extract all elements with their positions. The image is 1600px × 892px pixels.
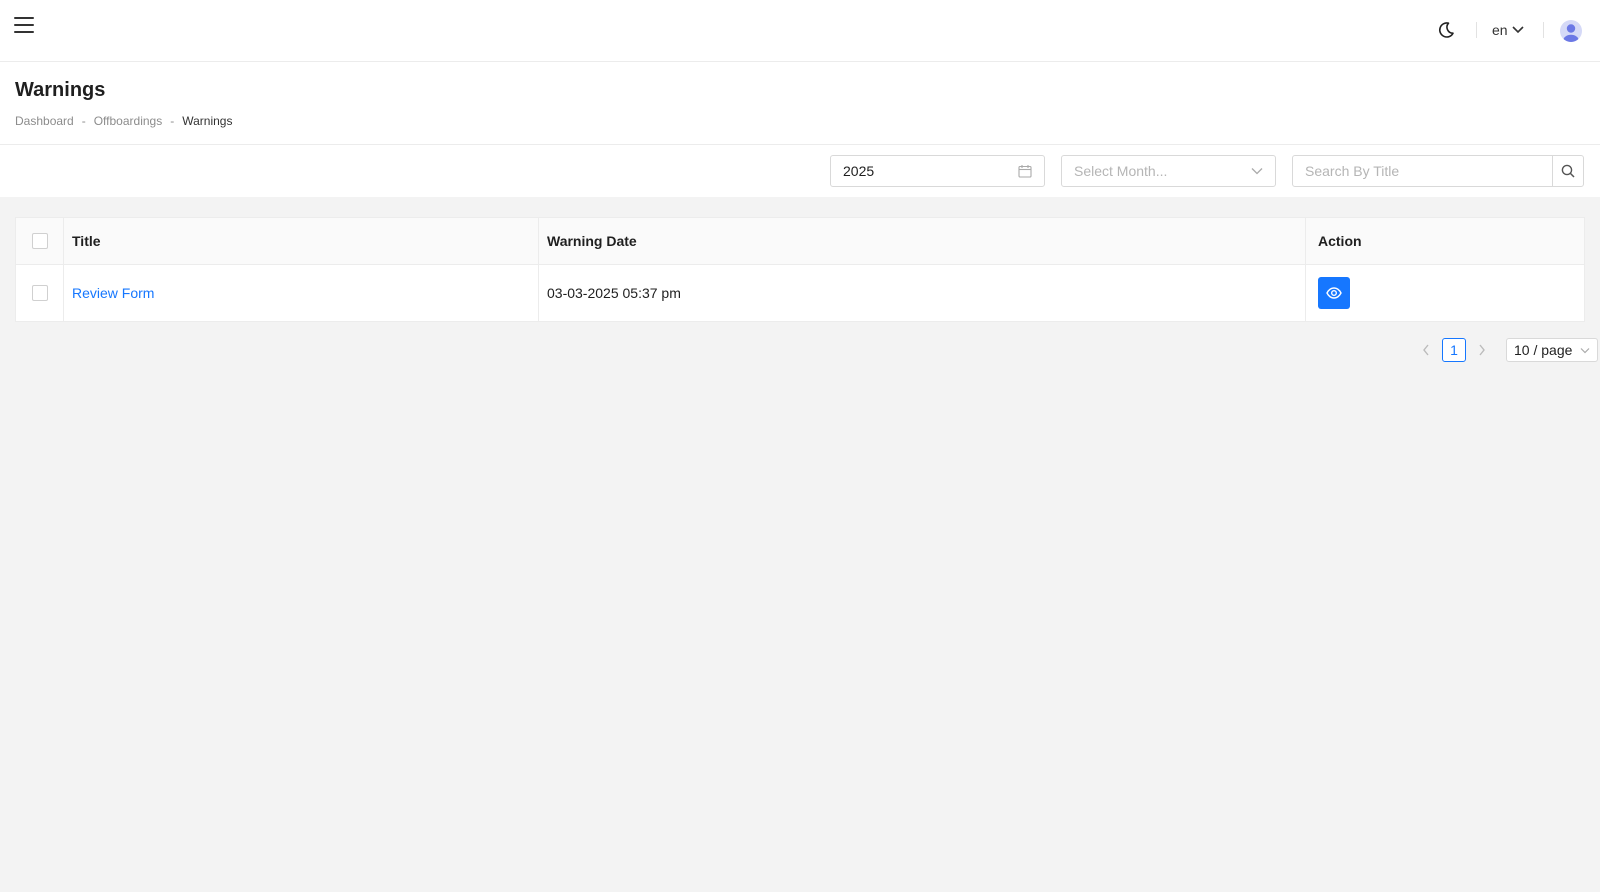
search-input[interactable]: Search By Title bbox=[1292, 155, 1553, 187]
page-size-value: 10 / page bbox=[1514, 342, 1573, 358]
page-number[interactable]: 1 bbox=[1442, 338, 1466, 362]
column-header-action: Action bbox=[1318, 233, 1362, 249]
column-header-warning-date[interactable]: Warning Date bbox=[539, 218, 1306, 264]
breadcrumb-separator: - bbox=[170, 114, 175, 128]
table-header-row: Title Warning Date Action bbox=[16, 218, 1584, 265]
chevron-down-icon bbox=[1251, 168, 1263, 175]
prev-page-button[interactable] bbox=[1418, 338, 1434, 362]
avatar[interactable] bbox=[1560, 20, 1582, 42]
chevron-down-icon bbox=[1580, 347, 1590, 353]
breadcrumb-item-dashboard[interactable]: Dashboard bbox=[15, 114, 74, 128]
breadcrumb-current: Warnings bbox=[182, 114, 233, 128]
divider bbox=[1543, 22, 1544, 38]
page-header: Warnings Dashboard - Offboardings - Warn… bbox=[0, 62, 1600, 145]
calendar-icon bbox=[1018, 165, 1032, 178]
page-title: Warnings bbox=[15, 79, 106, 101]
breadcrumb-separator: - bbox=[81, 114, 86, 128]
divider bbox=[1476, 22, 1477, 38]
title-cell: Review Form bbox=[64, 265, 539, 321]
language-selector[interactable]: en bbox=[1492, 22, 1524, 38]
header-checkbox-cell bbox=[16, 218, 64, 264]
action-cell bbox=[1306, 265, 1584, 321]
row-checkbox[interactable] bbox=[31, 285, 48, 301]
user-icon bbox=[1563, 24, 1579, 42]
search-button[interactable] bbox=[1552, 155, 1584, 187]
column-header-title[interactable]: Title bbox=[64, 218, 539, 264]
pagination: 1 10 / page bbox=[1418, 338, 1599, 362]
table-row: Review Form 03-03-2025 05:37 pm bbox=[16, 265, 1584, 321]
breadcrumb-item-offboardings[interactable]: Offboardings bbox=[94, 114, 163, 128]
top-bar: en bbox=[0, 0, 1600, 62]
breadcrumb: Dashboard - Offboardings - Warnings bbox=[15, 114, 232, 128]
menu-icon[interactable] bbox=[14, 17, 34, 35]
chevron-right-icon bbox=[1479, 344, 1485, 356]
search-icon bbox=[1561, 164, 1575, 178]
view-button[interactable] bbox=[1318, 277, 1350, 309]
month-select[interactable]: Select Month... bbox=[1061, 155, 1276, 187]
select-all-checkbox[interactable] bbox=[31, 233, 48, 249]
search-placeholder: Search By Title bbox=[1305, 163, 1400, 179]
row-checkbox-cell bbox=[16, 265, 64, 321]
eye-icon bbox=[1326, 287, 1342, 299]
next-page-button[interactable] bbox=[1474, 338, 1490, 362]
language-label: en bbox=[1492, 22, 1508, 38]
warning-date-cell: 03-03-2025 05:37 pm bbox=[539, 265, 1306, 321]
chevron-down-icon bbox=[1512, 26, 1524, 34]
year-picker[interactable]: 2025 bbox=[830, 155, 1045, 187]
filter-bar: 2025 Select Month... Search By Title bbox=[0, 145, 1600, 197]
chevron-left-icon bbox=[1423, 344, 1429, 356]
year-value: 2025 bbox=[843, 163, 875, 179]
month-placeholder: Select Month... bbox=[1074, 163, 1168, 179]
warnings-table: Title Warning Date Action Review Form 03… bbox=[15, 217, 1585, 322]
page-size-select[interactable]: 10 / page bbox=[1506, 338, 1599, 362]
dark-mode-toggle-icon[interactable] bbox=[1436, 20, 1456, 40]
title-link[interactable]: Review Form bbox=[72, 285, 154, 301]
